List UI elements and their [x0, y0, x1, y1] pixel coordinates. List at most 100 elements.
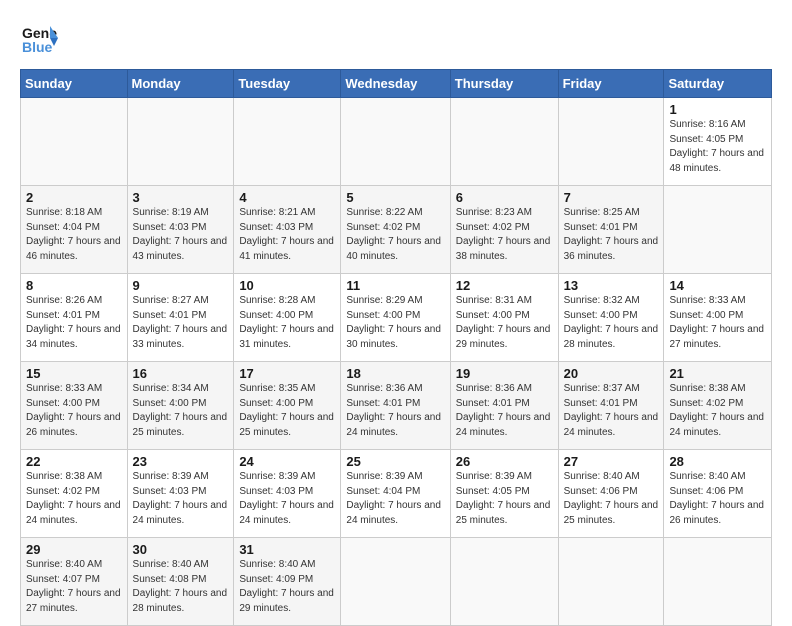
day-detail: Sunrise: 8:21 AMSunset: 4:03 PMDaylight:…: [239, 207, 334, 262]
day-detail: Sunrise: 8:36 AMSunset: 4:01 PMDaylight:…: [346, 383, 441, 438]
calendar-day-cell: [664, 538, 772, 626]
day-detail: Sunrise: 8:40 AMSunset: 4:08 PMDaylight:…: [133, 559, 228, 614]
calendar-week-row: 29 Sunrise: 8:40 AMSunset: 4:07 PMDayligh…: [21, 538, 772, 626]
calendar-day-cell: 1 Sunrise: 8:16 AMSunset: 4:05 PMDaylight…: [664, 98, 772, 186]
day-detail: Sunrise: 8:39 AMSunset: 4:03 PMDaylight:…: [133, 471, 228, 526]
day-number: 3: [133, 190, 229, 205]
day-detail: Sunrise: 8:37 AMSunset: 4:01 PMDaylight:…: [564, 383, 659, 438]
day-number: 11: [346, 278, 444, 293]
calendar-day-cell: [558, 538, 664, 626]
day-detail: Sunrise: 8:16 AMSunset: 4:05 PMDaylight:…: [669, 119, 764, 174]
calendar-body: 1 Sunrise: 8:16 AMSunset: 4:05 PMDaylight…: [21, 98, 772, 626]
calendar-day-cell: 15 Sunrise: 8:33 AMSunset: 4:00 PMDayligh…: [21, 362, 128, 450]
day-number: 1: [669, 102, 766, 117]
day-detail: Sunrise: 8:23 AMSunset: 4:02 PMDaylight:…: [456, 207, 551, 262]
calendar-day-cell: 17Sunrise: 8:35 AMSunset: 4:00 PMDayligh…: [234, 362, 341, 450]
day-detail: Sunrise: 8:40 AMSunset: 4:09 PMDaylight:…: [239, 559, 334, 614]
calendar-day-cell: 11 Sunrise: 8:29 AMSunset: 4:00 PMDayligh…: [341, 274, 450, 362]
day-number: 13: [564, 278, 659, 293]
calendar-day-cell: 26Sunrise: 8:39 AMSunset: 4:05 PMDayligh…: [450, 450, 558, 538]
calendar-day-cell: 25Sunrise: 8:39 AMSunset: 4:04 PMDayligh…: [341, 450, 450, 538]
weekday-header: Tuesday: [234, 70, 341, 98]
day-detail: Sunrise: 8:32 AMSunset: 4:00 PMDaylight:…: [564, 295, 659, 350]
day-number: 10: [239, 278, 335, 293]
calendar-day-cell: [450, 98, 558, 186]
day-detail: Sunrise: 8:34 AMSunset: 4:00 PMDaylight:…: [133, 383, 228, 438]
day-detail: Sunrise: 8:19 AMSunset: 4:03 PMDaylight:…: [133, 207, 228, 262]
day-number: 27: [564, 454, 659, 469]
day-detail: Sunrise: 8:25 AMSunset: 4:01 PMDaylight:…: [564, 207, 659, 262]
calendar-day-cell: 31Sunrise: 8:40 AMSunset: 4:09 PMDayligh…: [234, 538, 341, 626]
calendar-day-cell: 29 Sunrise: 8:40 AMSunset: 4:07 PMDayligh…: [21, 538, 128, 626]
day-number: 18: [346, 366, 444, 381]
weekday-header: Monday: [127, 70, 234, 98]
day-detail: Sunrise: 8:33 AMSunset: 4:00 PMDaylight:…: [26, 383, 121, 438]
calendar-week-row: 15 Sunrise: 8:33 AMSunset: 4:00 PMDayligh…: [21, 362, 772, 450]
calendar-day-cell: 24 Sunrise: 8:39 AMSunset: 4:03 PMDayligh…: [234, 450, 341, 538]
day-detail: Sunrise: 8:27 AMSunset: 4:01 PMDaylight:…: [133, 295, 228, 350]
day-number: 4: [239, 190, 335, 205]
day-number: 19: [456, 366, 553, 381]
day-number: 23: [133, 454, 229, 469]
calendar-day-cell: [341, 98, 450, 186]
day-detail: Sunrise: 8:33 AMSunset: 4:00 PMDaylight:…: [669, 295, 764, 350]
calendar-week-row: 2 Sunrise: 8:18 AMSunset: 4:04 PMDaylight…: [21, 186, 772, 274]
weekday-header: Wednesday: [341, 70, 450, 98]
header: General Blue: [20, 18, 772, 61]
weekday-header: Saturday: [664, 70, 772, 98]
day-number: 12: [456, 278, 553, 293]
calendar-week-row: 1 Sunrise: 8:16 AMSunset: 4:05 PMDaylight…: [21, 98, 772, 186]
calendar-day-cell: 4 Sunrise: 8:21 AMSunset: 4:03 PMDaylight…: [234, 186, 341, 274]
calendar-day-cell: [127, 98, 234, 186]
calendar-day-cell: 12 Sunrise: 8:31 AMSunset: 4:00 PMDayligh…: [450, 274, 558, 362]
calendar-day-cell: [234, 98, 341, 186]
day-detail: Sunrise: 8:40 AMSunset: 4:07 PMDaylight:…: [26, 559, 121, 614]
day-number: 30: [133, 542, 229, 557]
calendar-day-cell: 20Sunrise: 8:37 AMSunset: 4:01 PMDayligh…: [558, 362, 664, 450]
day-detail: Sunrise: 8:28 AMSunset: 4:00 PMDaylight:…: [239, 295, 334, 350]
day-detail: Sunrise: 8:39 AMSunset: 4:04 PMDaylight:…: [346, 471, 441, 526]
day-number: 7: [564, 190, 659, 205]
calendar-day-cell: 5Sunrise: 8:22 AMSunset: 4:02 PMDaylight…: [341, 186, 450, 274]
calendar-day-cell: 28Sunrise: 8:40 AMSunset: 4:06 PMDayligh…: [664, 450, 772, 538]
calendar-day-cell: 2 Sunrise: 8:18 AMSunset: 4:04 PMDaylight…: [21, 186, 128, 274]
day-number: 15: [26, 366, 122, 381]
calendar-day-cell: 30 Sunrise: 8:40 AMSunset: 4:08 PMDayligh…: [127, 538, 234, 626]
calendar-day-cell: [664, 186, 772, 274]
day-detail: Sunrise: 8:29 AMSunset: 4:00 PMDaylight:…: [346, 295, 441, 350]
calendar-day-cell: 18 Sunrise: 8:36 AMSunset: 4:01 PMDayligh…: [341, 362, 450, 450]
day-detail: Sunrise: 8:38 AMSunset: 4:02 PMDaylight:…: [669, 383, 764, 438]
calendar-day-cell: 3 Sunrise: 8:19 AMSunset: 4:03 PMDaylight…: [127, 186, 234, 274]
day-number: 2: [26, 190, 122, 205]
day-number: 29: [26, 542, 122, 557]
logo-icon: General Blue: [20, 18, 58, 56]
day-detail: Sunrise: 8:26 AMSunset: 4:01 PMDaylight:…: [26, 295, 121, 350]
day-number: 24: [239, 454, 335, 469]
calendar-day-cell: 6Sunrise: 8:23 AMSunset: 4:02 PMDaylight…: [450, 186, 558, 274]
calendar-day-cell: 21Sunrise: 8:38 AMSunset: 4:02 PMDayligh…: [664, 362, 772, 450]
calendar-day-cell: 10 Sunrise: 8:28 AMSunset: 4:00 PMDayligh…: [234, 274, 341, 362]
day-number: 8: [26, 278, 122, 293]
calendar-header-row: SundayMondayTuesdayWednesdayThursdayFrid…: [21, 70, 772, 98]
calendar-day-cell: [341, 538, 450, 626]
calendar-day-cell: 13 Sunrise: 8:32 AMSunset: 4:00 PMDayligh…: [558, 274, 664, 362]
day-detail: Sunrise: 8:18 AMSunset: 4:04 PMDaylight:…: [26, 207, 121, 262]
weekday-header: Sunday: [21, 70, 128, 98]
day-number: 28: [669, 454, 766, 469]
calendar-day-cell: 7 Sunrise: 8:25 AMSunset: 4:01 PMDaylight…: [558, 186, 664, 274]
logo: General Blue: [20, 18, 62, 61]
day-number: 17: [239, 366, 335, 381]
calendar-day-cell: 16 Sunrise: 8:34 AMSunset: 4:00 PMDayligh…: [127, 362, 234, 450]
day-detail: Sunrise: 8:31 AMSunset: 4:00 PMDaylight:…: [456, 295, 551, 350]
calendar-table: SundayMondayTuesdayWednesdayThursdayFrid…: [20, 69, 772, 626]
day-detail: Sunrise: 8:39 AMSunset: 4:03 PMDaylight:…: [239, 471, 334, 526]
day-detail: Sunrise: 8:38 AMSunset: 4:02 PMDaylight:…: [26, 471, 121, 526]
day-number: 5: [346, 190, 444, 205]
day-number: 9: [133, 278, 229, 293]
calendar-day-cell: 22Sunrise: 8:38 AMSunset: 4:02 PMDayligh…: [21, 450, 128, 538]
day-number: 16: [133, 366, 229, 381]
calendar-day-cell: 8 Sunrise: 8:26 AMSunset: 4:01 PMDaylight…: [21, 274, 128, 362]
calendar-week-row: 8 Sunrise: 8:26 AMSunset: 4:01 PMDaylight…: [21, 274, 772, 362]
day-detail: Sunrise: 8:40 AMSunset: 4:06 PMDaylight:…: [564, 471, 659, 526]
page: General Blue SundayMondayTuesdayWednesda…: [0, 0, 792, 612]
